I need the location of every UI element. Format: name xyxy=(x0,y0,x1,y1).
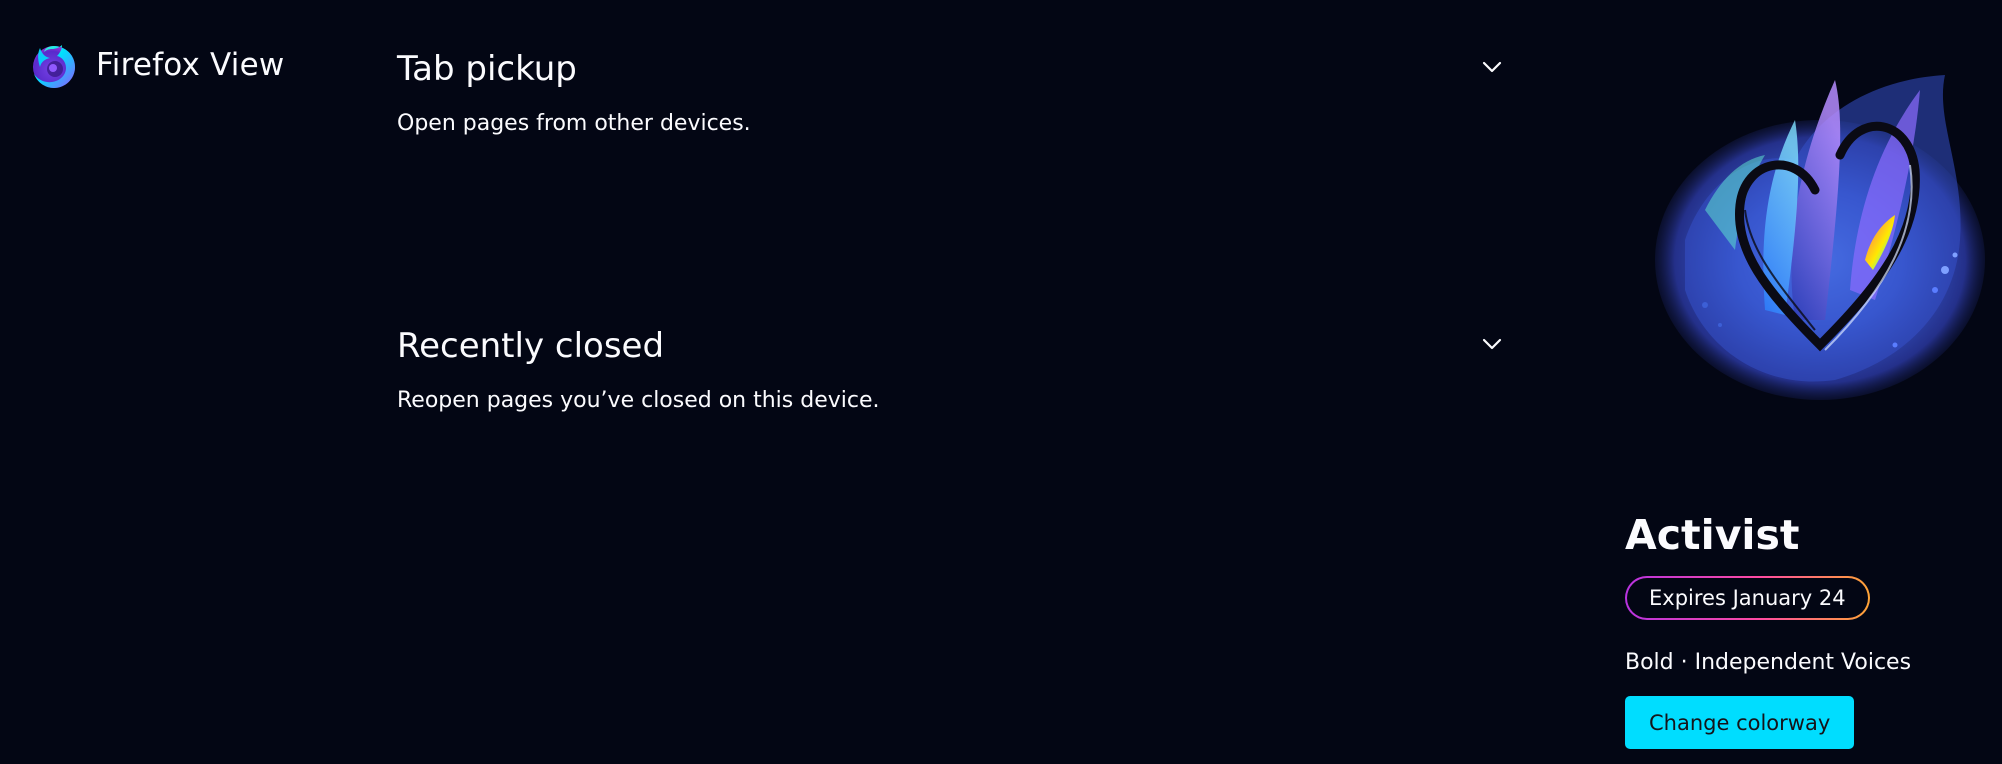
colorway-heart-illustration xyxy=(1655,75,1985,400)
expiry-badge-label: Expires January 24 xyxy=(1649,586,1846,610)
chevron-down-icon[interactable] xyxy=(1479,331,1505,357)
section-description: Open pages from other devices. xyxy=(397,111,751,136)
colorway-name: Activist xyxy=(1625,511,1800,559)
app-title: Firefox View xyxy=(96,47,285,83)
brand-header: Firefox View xyxy=(30,40,284,90)
section-description: Reopen pages you’ve closed on this devic… xyxy=(397,388,880,413)
tab-pickup-section: Tab pickup Open pages from other devices… xyxy=(397,44,1505,139)
section-title: Tab pickup xyxy=(397,49,577,89)
section-title: Recently closed xyxy=(397,326,665,366)
chevron-down-icon[interactable] xyxy=(1479,54,1505,80)
firefox-view-page: Firefox View Tab pickup Open pages from … xyxy=(0,0,2002,764)
colorway-tagline: Bold · Independent Voices xyxy=(1625,650,1912,675)
firefox-logo-icon xyxy=(33,45,75,88)
recently-closed-section: Recently closed Reopen pages you’ve clos… xyxy=(397,321,1505,416)
change-colorway-button[interactable]: Change colorway xyxy=(1625,696,1855,749)
expiry-badge: Expires January 24 xyxy=(1625,576,1870,620)
